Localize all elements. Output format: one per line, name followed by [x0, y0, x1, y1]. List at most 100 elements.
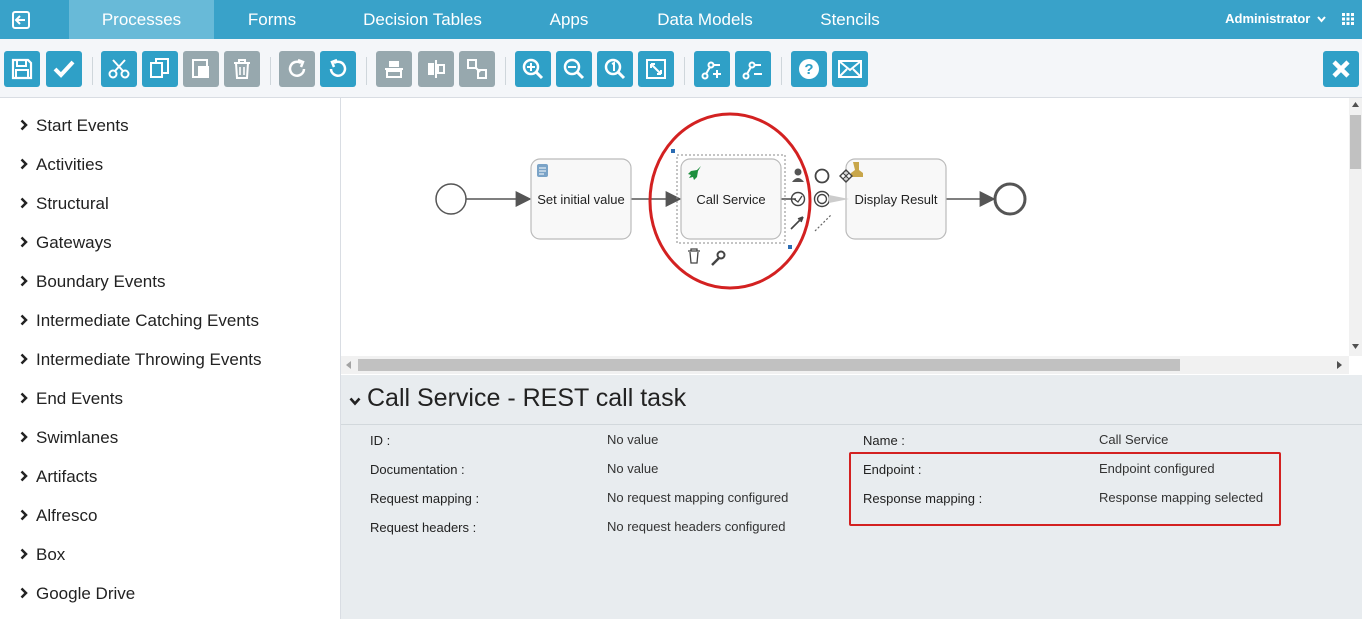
chevron-right-icon — [20, 194, 32, 214]
zoom-actual-icon[interactable] — [597, 51, 633, 87]
trash-icon[interactable] — [688, 248, 700, 264]
palette-group-alfresco[interactable]: Alfresco — [20, 506, 97, 526]
chevron-right-icon — [20, 116, 32, 136]
palette-group-activities[interactable]: Activities — [20, 155, 103, 175]
palette-group-label: Intermediate Catching Events — [36, 311, 260, 330]
scroll-up-icon[interactable] — [1352, 102, 1359, 107]
end-event[interactable] — [993, 182, 1027, 216]
save-icon[interactable] — [4, 51, 40, 87]
palette-group-label: Boundary Events — [36, 272, 166, 291]
chevron-right-icon — [20, 272, 32, 292]
horizontal-scroll-thumb[interactable] — [358, 359, 1180, 371]
palette-group-swimlanes[interactable]: Swimlanes — [20, 428, 118, 448]
user-name: Administrator — [1225, 11, 1311, 26]
add-bendpoint-icon[interactable] — [694, 51, 730, 87]
palette-group-structural[interactable]: Structural — [20, 194, 109, 214]
palette-group-label: Google Drive — [36, 584, 136, 603]
chevron-right-icon — [20, 311, 32, 331]
property-value-documentation[interactable]: No value — [607, 461, 658, 476]
zoom-fit-icon[interactable] — [638, 51, 674, 87]
vertical-scroll-thumb[interactable] — [1350, 115, 1361, 169]
property-value-id[interactable]: No value — [607, 432, 658, 447]
palette-group-label: Swimlanes — [36, 428, 119, 447]
help-icon[interactable]: ? — [791, 51, 827, 87]
editor-toolbar: ? — [0, 39, 1362, 98]
palette-group-intermediate-throwing-events[interactable]: Intermediate Throwing Events — [20, 350, 262, 370]
property-value-request-mapping[interactable]: No request mapping configured — [607, 490, 788, 505]
chevron-right-icon — [20, 389, 32, 409]
connector-shortcut-icon[interactable] — [790, 216, 804, 230]
property-label-documentation: Documentation : — [370, 462, 465, 477]
redo-icon[interactable] — [279, 51, 315, 87]
highlight-box — [849, 452, 1281, 526]
scroll-down-icon[interactable] — [1352, 344, 1359, 349]
back-icon[interactable] — [0, 0, 42, 39]
user-task-shortcut-icon[interactable] — [792, 168, 804, 183]
chevron-right-icon — [20, 545, 32, 565]
palette-group-google-drive[interactable]: Google Drive — [20, 584, 135, 604]
undo-icon[interactable] — [320, 51, 356, 87]
tab-decision-tables[interactable]: Decision Tables — [345, 0, 500, 39]
chevron-down-icon[interactable] — [349, 393, 361, 411]
palette-group-gateways[interactable]: Gateways — [20, 233, 112, 253]
property-value-name[interactable]: Call Service — [1099, 432, 1168, 447]
chevron-right-icon — [20, 584, 32, 604]
align-vertical-icon[interactable] — [418, 51, 454, 87]
remove-bendpoint-icon[interactable] — [735, 51, 771, 87]
delete-icon[interactable] — [224, 51, 260, 87]
feedback-icon[interactable] — [832, 51, 868, 87]
palette-group-end-events[interactable]: End Events — [20, 389, 123, 409]
palette-group-label: Artifacts — [36, 467, 98, 486]
palette-group-intermediate-catching-events[interactable]: Intermediate Catching Events — [20, 311, 259, 331]
start-event[interactable] — [435, 183, 467, 215]
tab-processes[interactable]: Processes — [69, 0, 214, 46]
palette-group-boundary-events[interactable]: Boundary Events — [20, 272, 165, 292]
tab-apps[interactable]: Apps — [520, 0, 618, 39]
scroll-right-icon[interactable] — [1337, 361, 1342, 369]
property-label-id: ID : — [370, 433, 391, 448]
property-label-request-headers: Request headers : — [370, 520, 477, 535]
boundary-event-shortcut-icon[interactable] — [813, 190, 831, 208]
cut-icon[interactable] — [101, 51, 137, 87]
palette-group-label: Gateways — [36, 233, 112, 252]
zoom-out-icon[interactable] — [556, 51, 592, 87]
property-label-name: Name : — [863, 433, 905, 448]
user-menu[interactable]: Administrator — [1225, 11, 1326, 26]
paste-icon[interactable] — [183, 51, 219, 87]
vertical-scrollbar[interactable] — [1349, 98, 1362, 356]
chevron-right-icon — [20, 428, 32, 448]
palette-group-artifacts[interactable]: Artifacts — [20, 467, 97, 487]
chevron-right-icon — [20, 155, 32, 175]
validate-icon[interactable] — [46, 51, 82, 87]
same-size-icon[interactable] — [459, 51, 495, 87]
top-navigation: Processes Forms Decision Tables Apps Dat… — [0, 0, 1362, 46]
process-canvas[interactable]: Set initial value Call Service Display R… — [341, 98, 1362, 375]
palette-group-label: End Events — [36, 389, 123, 408]
palette-group-label: Start Events — [36, 116, 129, 135]
close-icon[interactable] — [1323, 51, 1359, 87]
shape-palette: Start Events Activities Structural Gatew… — [0, 98, 341, 619]
apps-grid-icon[interactable] — [1342, 12, 1356, 26]
task-label-call-service: Call Service — [696, 191, 766, 207]
palette-group-label: Structural — [36, 194, 109, 213]
wrench-icon[interactable] — [711, 250, 726, 266]
align-horizontal-icon[interactable] — [376, 51, 412, 87]
horizontal-scrollbar[interactable] — [341, 356, 1349, 374]
end-event-shortcut-icon[interactable] — [814, 168, 830, 184]
palette-group-start-events[interactable]: Start Events — [20, 116, 129, 136]
palette-group-label: Box — [36, 545, 66, 564]
palette-group-label: Activities — [36, 155, 104, 174]
property-value-request-headers[interactable]: No request headers configured — [607, 519, 786, 534]
copy-icon[interactable] — [142, 51, 178, 87]
scroll-left-icon[interactable] — [346, 361, 351, 369]
chevron-right-icon — [20, 506, 32, 526]
tab-forms[interactable]: Forms — [214, 0, 330, 39]
zoom-in-icon[interactable] — [515, 51, 551, 87]
tab-data-models[interactable]: Data Models — [640, 0, 770, 39]
properties-title: Call Service - REST call task — [367, 384, 687, 412]
association-shortcut-icon[interactable] — [814, 214, 832, 232]
tab-stencils[interactable]: Stencils — [800, 0, 900, 39]
task-label-set-initial-value: Set initial value — [537, 191, 625, 207]
palette-group-box[interactable]: Box — [20, 545, 65, 565]
property-label-request-mapping: Request mapping : — [370, 491, 480, 506]
